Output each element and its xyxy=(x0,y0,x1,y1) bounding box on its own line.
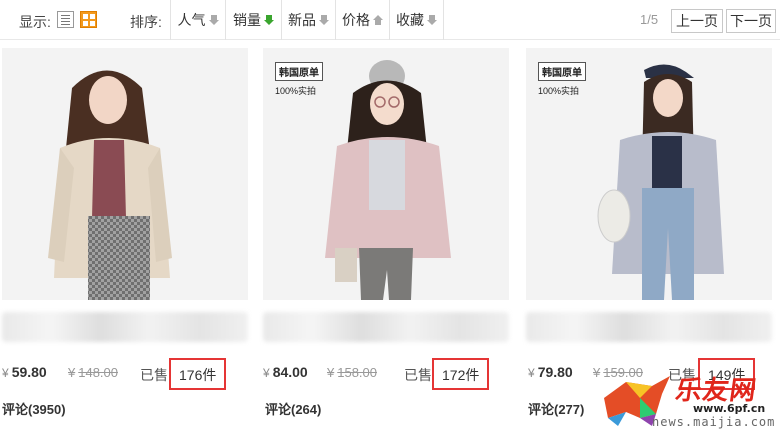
sort-toolbar: 显示: 排序: 人气 销量 新品 价格 收藏 1/5 上一页 下一页 xyxy=(0,0,780,40)
prev-page-button[interactable]: 上一页 xyxy=(671,9,723,33)
watermark-domain-secondary: news.maijia.com xyxy=(652,415,776,429)
sort-new[interactable]: 新品 xyxy=(282,0,336,40)
current-price: ¥59.80 xyxy=(2,364,47,380)
product-title-blurred[interactable] xyxy=(526,312,772,342)
sort-price[interactable]: 价格 xyxy=(336,0,390,40)
sort-favorites[interactable]: 收藏 xyxy=(390,0,444,40)
model-photo xyxy=(2,48,248,300)
sort-label: 排序: xyxy=(130,14,162,30)
sort-favorites-label: 收藏 xyxy=(396,12,424,28)
current-price: ¥84.00 xyxy=(263,364,308,380)
sort-new-label: 新品 xyxy=(288,12,316,28)
page-indicator: 1/5 xyxy=(640,12,659,27)
product-card[interactable]: ¥59.80 ¥148.00 已售 176件 评论(3950) xyxy=(2,48,248,428)
display-label: 显示: xyxy=(19,14,51,30)
product-card[interactable]: 韩国原单 100%实拍 ¥84.00 ¥158.00 已售 172件 评论(26… xyxy=(263,48,509,428)
sort-popularity-label: 人气 xyxy=(177,12,206,28)
sold-label: 已售 xyxy=(404,367,432,383)
product-title-blurred[interactable] xyxy=(2,312,248,342)
sort-price-label: 价格 xyxy=(342,12,370,28)
sold-count: 176件 xyxy=(169,358,227,390)
current-price: ¥79.80 xyxy=(528,364,573,380)
arrow-down-icon xyxy=(427,14,437,26)
sold-label: 已售 xyxy=(140,367,168,383)
arrow-down-icon xyxy=(264,14,274,26)
product-title-blurred[interactable] xyxy=(263,312,509,342)
sort-sales-label: 销量 xyxy=(233,12,261,28)
sort-sales[interactable]: 销量 xyxy=(226,0,282,40)
comment-count[interactable]: 评论(3950) xyxy=(2,399,66,418)
korea-original-badge: 韩国原单 100%实拍 xyxy=(538,62,586,97)
arrow-down-icon xyxy=(319,14,329,26)
original-price: ¥158.00 xyxy=(327,365,377,380)
arrow-up-icon xyxy=(373,14,383,26)
comment-count[interactable]: 评论(277) xyxy=(528,399,584,418)
arrow-down-icon xyxy=(208,14,219,26)
product-image[interactable]: 韩国原单 100%实拍 xyxy=(263,48,509,300)
original-price: ¥148.00 xyxy=(68,365,118,380)
comment-count[interactable]: 评论(264) xyxy=(265,399,321,418)
watermark-domain: www.6pf.cn xyxy=(693,402,766,415)
grid-view-icon[interactable] xyxy=(80,11,97,28)
list-view-icon[interactable] xyxy=(57,11,74,28)
sold-count: 172件 xyxy=(432,358,490,390)
next-page-button[interactable]: 下一页 xyxy=(726,9,776,33)
sort-popularity[interactable]: 人气 xyxy=(170,0,226,40)
product-image[interactable] xyxy=(2,48,248,300)
product-image[interactable]: 韩国原单 100%实拍 xyxy=(526,48,772,300)
korea-original-badge: 韩国原单 100%实拍 xyxy=(275,62,323,97)
site-watermark: 乐友网 www.6pf.cn news.maijia.com xyxy=(590,362,780,431)
